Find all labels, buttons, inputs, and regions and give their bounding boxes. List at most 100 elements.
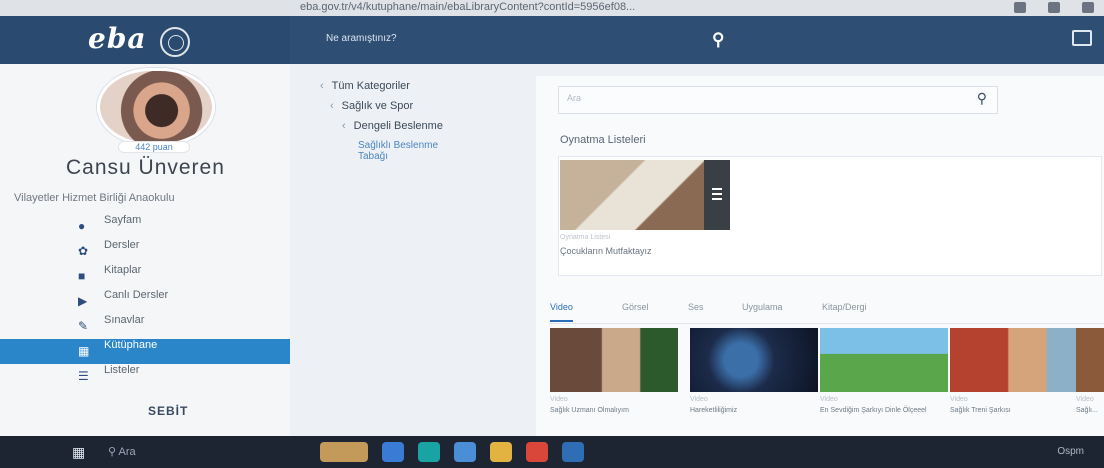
video-tag: Video (950, 396, 968, 403)
video-card[interactable]: Video En Sevdiğim Şarkıyı Dinle Ölçeeel (820, 328, 948, 414)
school-name: Vilayetler Hizmet Birliği Anaokulu (14, 192, 175, 204)
sidebar-item-sinavlar[interactable]: ✎ Sınavlar (0, 314, 290, 339)
sebit-logo: SEBİT (148, 404, 189, 418)
sidebar-item-label: Kitaplar (104, 264, 142, 276)
chrome-icon[interactable] (526, 442, 548, 462)
file-explorer-icon[interactable] (490, 442, 512, 462)
list-icon: ☰ (78, 369, 89, 383)
sidebar-item-dersler[interactable]: ✿ Dersler (0, 239, 290, 264)
url-text[interactable]: eba.gov.tr/v4/kutuphane/main/ebaLibraryC… (300, 1, 635, 13)
chevron-left-icon: ‹ (320, 80, 324, 92)
video-thumbnail[interactable] (1076, 328, 1104, 392)
tab-divider (550, 323, 1104, 324)
video-icon: ▶ (78, 294, 88, 308)
video-card[interactable]: Video Hareketliliğimiz (690, 328, 818, 414)
playlists-title: Oynatma Listeleri (560, 134, 646, 146)
points-badge: 442 puan (118, 141, 190, 153)
category-current[interactable]: Sağlıklı Beslenme Tabağı (358, 140, 468, 162)
screen: eba.gov.tr/v4/kutuphane/main/ebaLibraryC… (0, 0, 1104, 468)
content-search-placeholder[interactable]: Ara (567, 93, 581, 103)
top-header: eba Ne aramıştınız? ⚲ (0, 16, 1104, 64)
category-label: Sağlık ve Spor (341, 100, 414, 112)
video-title[interactable]: En Sevdiğim Şarkıyı Dinle Ölçeeel (820, 407, 948, 414)
video-thumbnail[interactable] (820, 328, 948, 392)
logo-area[interactable]: eba (0, 16, 290, 64)
news-widget-icon[interactable] (320, 442, 368, 462)
eba-logo[interactable]: eba (88, 22, 147, 55)
extension-icon[interactable] (1048, 2, 1060, 13)
category-label: Dengeli Beslenme (353, 120, 443, 132)
search-icon[interactable]: ⚲ (712, 30, 732, 50)
menu-icon[interactable] (1082, 2, 1094, 13)
content-search[interactable]: Ara ⚲ (558, 86, 998, 114)
video-card[interactable]: Video Sağlı... (1076, 328, 1104, 414)
taskbar: ▦ ⚲ Ara Ospm (0, 436, 1104, 468)
video-tag: Video (690, 396, 708, 403)
video-title[interactable]: Sağlı... (1076, 407, 1104, 414)
sidebar-item-label: Canlı Dersler (104, 289, 169, 301)
sidebar-item-label: Sınavlar (104, 314, 145, 326)
sidebar-item-sayfam[interactable]: ● Sayfam (0, 214, 290, 239)
book-icon: ■ (78, 269, 86, 283)
global-search-placeholder[interactable]: Ne aramıştınız? (326, 33, 397, 44)
sidebar-item-label: Listeler (104, 364, 140, 376)
sidebar-item-listeler[interactable]: ☰ Listeler (0, 364, 290, 389)
chevron-left-icon: ‹ (330, 100, 334, 112)
gear-icon: ✿ (78, 244, 89, 258)
video-title[interactable]: Hareketliliğimiz (690, 407, 818, 414)
category-saglik-spor[interactable]: ‹ Sağlık ve Spor (330, 100, 413, 112)
video-title[interactable]: Sağlık Treni Şarkısı (950, 407, 1078, 414)
app-icon[interactable] (562, 442, 584, 462)
browser-url-bar[interactable]: eba.gov.tr/v4/kutuphane/main/ebaLibraryC… (0, 0, 1104, 16)
sidebar-menu: ● Sayfam ✿ Dersler ■ Kitaplar ▶ Canlı Dersle… (0, 214, 290, 389)
person-icon: ● (78, 219, 86, 233)
category-label: Tüm Kategoriler (331, 80, 410, 92)
tab-kitap-dergi[interactable]: Kitap/Dergi (822, 302, 867, 312)
windows-start-icon[interactable]: ▦ (72, 444, 88, 460)
mail-icon[interactable] (1072, 30, 1092, 46)
sidebar-item-canli-dersler[interactable]: ▶ Canlı Dersler (0, 289, 290, 314)
playlist-meta: Oynatma Listesi (560, 234, 611, 241)
sidebar-item-kutuphane[interactable]: ▦ Kütüphane (0, 339, 290, 364)
playlist-title[interactable]: Çocukların Mutfaktayız (560, 246, 652, 256)
store-icon[interactable] (454, 442, 476, 462)
video-thumbnail[interactable] (550, 328, 678, 392)
system-tray[interactable]: Ospm (1057, 446, 1084, 457)
video-card[interactable]: Video Sağlık Uzmanı Olmalıyım (550, 328, 678, 414)
playlist-thumbnail[interactable] (560, 160, 730, 230)
category-dengeli-beslenme[interactable]: ‹ Dengeli Beslenme (342, 120, 443, 132)
user-name: Cansu Ünveren (66, 156, 225, 179)
tab-gorsel[interactable]: Görsel (622, 302, 649, 312)
category-all[interactable]: ‹ Tüm Kategoriler (320, 80, 410, 92)
taskbar-apps (320, 442, 584, 462)
sidebar-item-label: Sayfam (104, 214, 142, 226)
video-card[interactable]: Video Sağlık Treni Şarkısı (950, 328, 1078, 414)
edge-icon[interactable] (418, 442, 440, 462)
main-area: ‹ Tüm Kategoriler ‹ Sağlık ve Spor ‹ Dengel… (290, 64, 1104, 436)
search-icon[interactable]: ⚲ (977, 90, 987, 107)
star-icon[interactable] (1014, 2, 1026, 13)
library-icon: ▦ (78, 344, 90, 358)
video-tag: Video (1076, 396, 1094, 403)
task-view-icon[interactable] (382, 442, 404, 462)
taskbar-search[interactable]: ⚲ Ara (108, 445, 136, 458)
video-thumbnail[interactable] (950, 328, 1078, 392)
sidebar-item-label: Dersler (104, 239, 140, 251)
playlist-icon (704, 160, 730, 230)
sidebar: 442 puan Cansu Ünveren Vilayetler Hizmet… (0, 64, 290, 436)
video-title[interactable]: Sağlık Uzmanı Olmalıyım (550, 407, 678, 414)
tab-ses[interactable]: Ses (688, 302, 704, 312)
browser-actions (1014, 2, 1094, 13)
taskbar-search-label: Ara (118, 446, 136, 458)
video-tag: Video (550, 396, 568, 403)
emblem-icon (160, 27, 190, 57)
video-thumbnail[interactable] (690, 328, 818, 392)
tab-uygulama[interactable]: Uygulama (742, 302, 783, 312)
tab-video[interactable]: Video (550, 302, 573, 322)
avatar[interactable] (97, 68, 215, 146)
sidebar-item-kitaplar[interactable]: ■ Kitaplar (0, 264, 290, 289)
video-tag: Video (820, 396, 838, 403)
pencil-icon: ✎ (78, 319, 89, 333)
global-search[interactable]: Ne aramıştınız? ⚲ (318, 26, 738, 54)
chevron-left-icon: ‹ (342, 120, 346, 132)
